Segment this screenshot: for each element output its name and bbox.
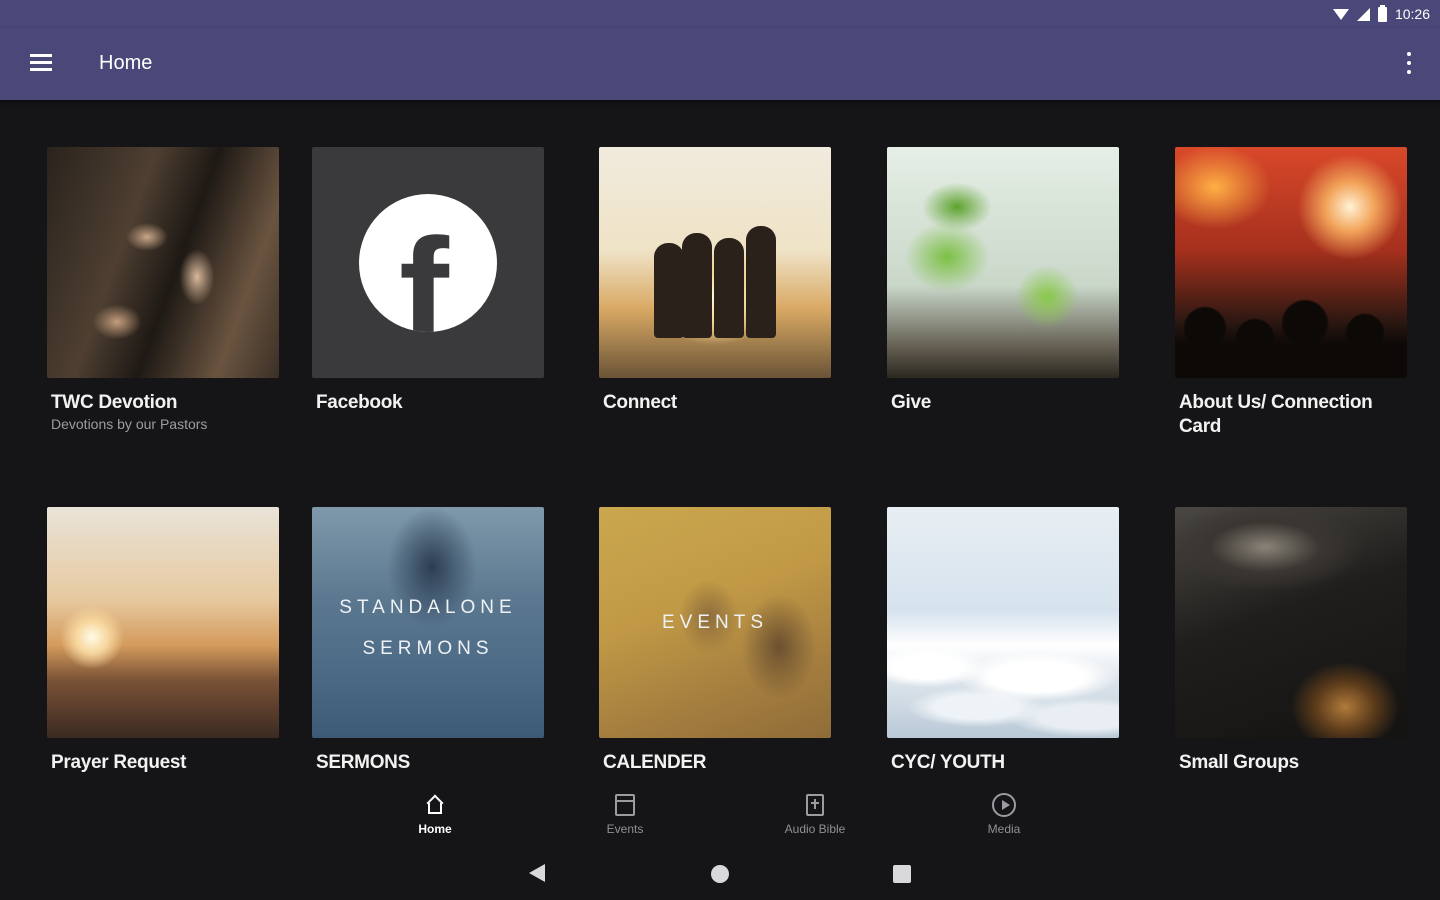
tile-image: [1175, 147, 1407, 378]
battery-icon: [1377, 4, 1387, 22]
nav-audio-bible[interactable]: Audio Bible: [770, 791, 860, 836]
tile-title: TWC Devotion: [51, 392, 178, 413]
play-icon: [992, 793, 1016, 817]
tile-title: CYC/ YOUTH: [891, 752, 1005, 773]
overlay-text: EVENTS: [661, 612, 769, 633]
home-icon: [426, 796, 444, 814]
tile-connect[interactable]: Connect: [599, 147, 831, 415]
nav-label: Events: [606, 822, 644, 836]
overflow-menu-icon[interactable]: [1406, 52, 1412, 74]
tile-sermons[interactable]: STANDALONE SERMONS SERMONS: [312, 507, 544, 775]
tile-calender[interactable]: EVENTS CALENDER: [599, 507, 831, 775]
tile-image: [47, 147, 279, 378]
nav-label: Media: [987, 822, 1021, 836]
tile-image: [887, 147, 1119, 378]
tile-small-groups[interactable]: Small Groups: [1175, 507, 1407, 775]
tile-title: Give: [891, 392, 931, 413]
facebook-icon: f: [359, 193, 497, 332]
status-time: 10:26: [1394, 6, 1430, 22]
wifi-icon: [1332, 8, 1349, 20]
nav-label: Home: [418, 822, 452, 836]
tile-youth[interactable]: CYC/ YOUTH: [887, 507, 1119, 775]
status-bar: 10:26: [0, 0, 1440, 28]
tile-about-us[interactable]: About Us/ Connection Card: [1175, 147, 1407, 439]
tile-image: [599, 147, 831, 378]
tile-image: f: [312, 147, 544, 378]
tile-image: [1175, 507, 1407, 738]
tile-image: [887, 507, 1119, 738]
overlay-text: STANDALONE: [339, 597, 517, 618]
back-icon[interactable]: [529, 864, 545, 882]
tile-facebook[interactable]: f Facebook: [312, 147, 544, 415]
page-title: Home: [99, 52, 153, 74]
nav-media[interactable]: Media: [959, 791, 1049, 836]
tile-grid: TWC Devotion Devotions by our Pastors f …: [0, 100, 1440, 785]
tile-title: About Us/ Connection Card: [1179, 392, 1373, 437]
tile-title: Prayer Request: [51, 752, 187, 773]
tile-give[interactable]: Give: [887, 147, 1119, 415]
bottom-navigation: Home Events Audio Bible Media: [0, 785, 1440, 845]
tile-title: Facebook: [316, 392, 403, 413]
people-silhouette: [654, 218, 779, 338]
tile-title: Small Groups: [1179, 752, 1299, 773]
signal-icon: [1356, 7, 1370, 21]
nav-events[interactable]: Events: [580, 791, 670, 836]
tile-prayer-request[interactable]: Prayer Request: [47, 507, 279, 775]
status-icons: 10:26: [1332, 4, 1430, 24]
system-navigation-bar: [0, 845, 1440, 900]
menu-icon[interactable]: [30, 54, 52, 72]
tile-subtitle: Devotions by our Pastors: [51, 416, 208, 432]
tile-image: STANDALONE SERMONS: [312, 507, 544, 738]
tile-title: SERMONS: [316, 752, 410, 773]
app-bar: Home: [0, 28, 1440, 100]
bible-icon: [806, 794, 824, 816]
tile-title: CALENDER: [603, 752, 707, 773]
tile-title: Connect: [603, 392, 677, 413]
nav-label: Audio Bible: [784, 822, 846, 836]
tile-image: EVENTS: [599, 507, 831, 738]
tile-image: [47, 507, 279, 738]
nav-home[interactable]: Home: [390, 791, 480, 836]
tile-twc-devotion[interactable]: TWC Devotion Devotions by our Pastors: [47, 147, 279, 432]
calendar-icon: [615, 794, 635, 816]
home-button-icon[interactable]: [711, 865, 729, 883]
overlay-text: SERMONS: [362, 638, 494, 659]
recents-icon[interactable]: [893, 865, 911, 883]
